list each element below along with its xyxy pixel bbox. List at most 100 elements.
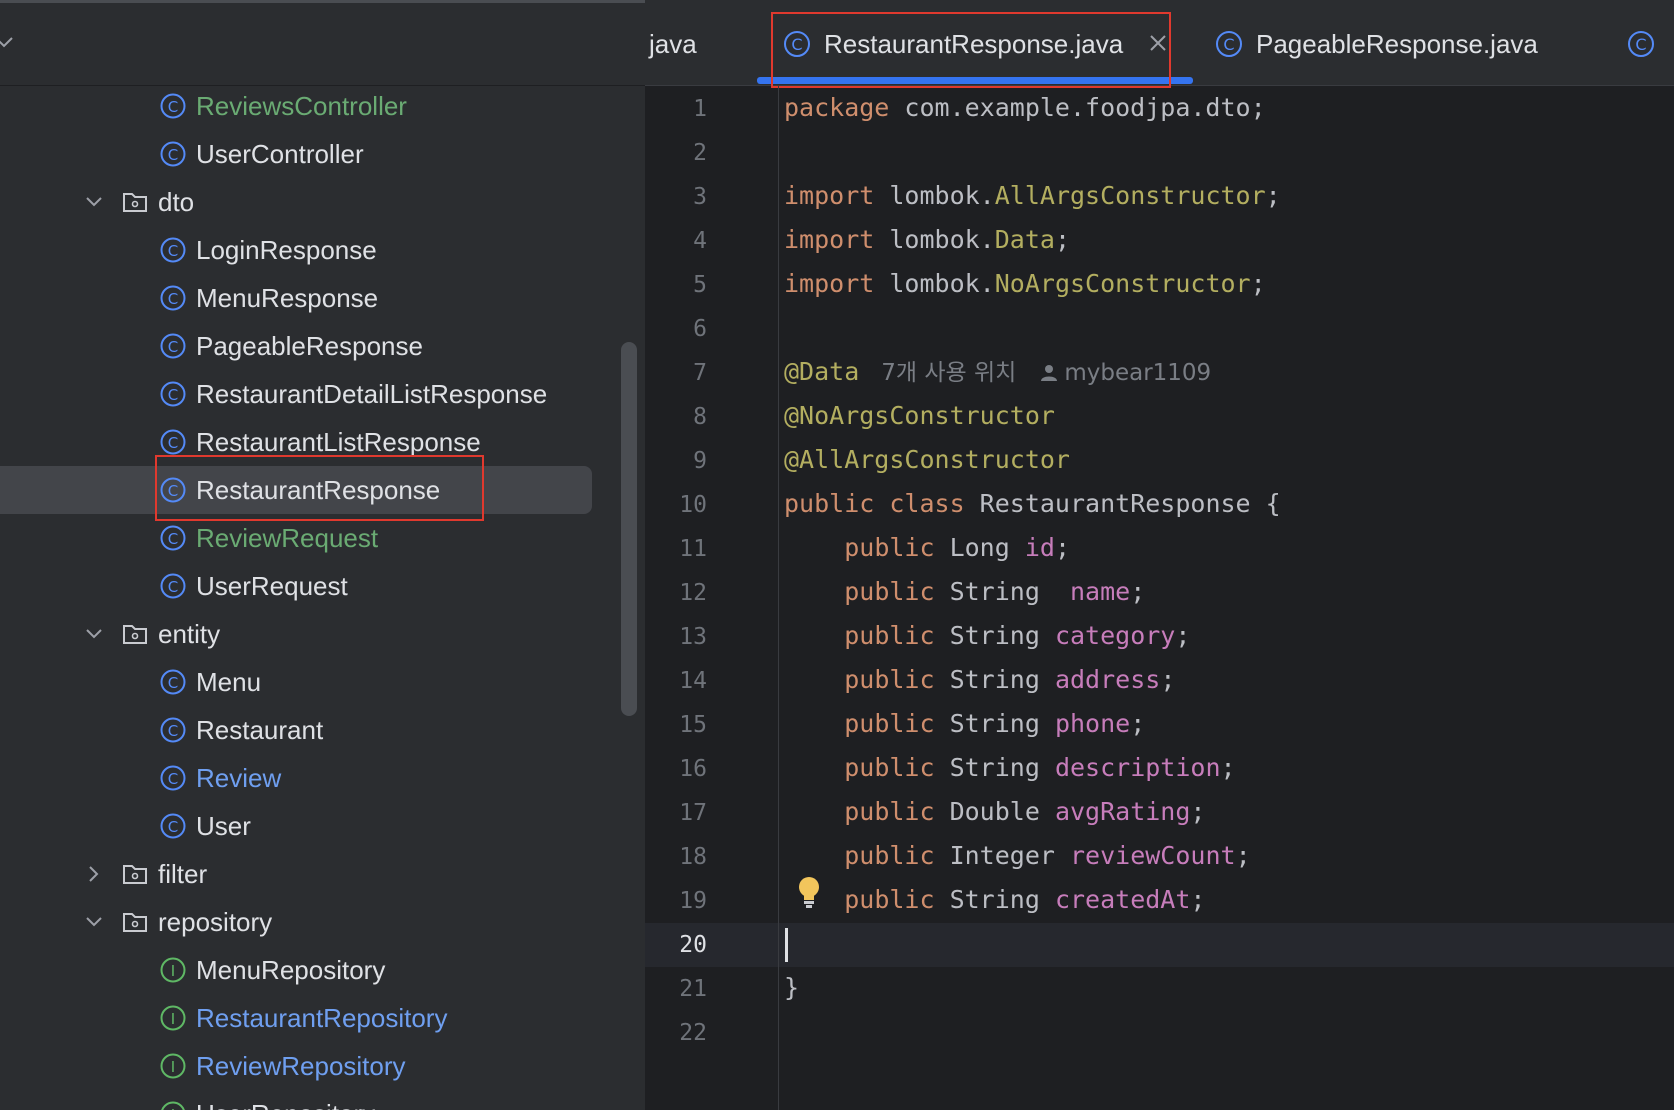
class-icon: C (160, 93, 186, 119)
line-number: 22 (679, 1020, 707, 1046)
class-icon: C (160, 765, 186, 791)
svg-text:C: C (168, 338, 178, 356)
tree-item[interactable]: C User (0, 802, 592, 850)
code-token: public (844, 841, 935, 870)
folder-icon (123, 193, 147, 212)
code-token: NoArgsConstructor (994, 269, 1251, 298)
tree-item[interactable]: C Review (0, 754, 592, 802)
class-icon: C (1216, 31, 1242, 57)
tree-item-label: UserController (196, 139, 364, 169)
tree-item[interactable]: I MenuRepository (0, 946, 592, 994)
code-token: String (934, 709, 1055, 738)
folder-icon (123, 865, 147, 884)
tree-item[interactable]: C LoginResponse (0, 226, 592, 274)
project-tree: C ReviewsController C UserController dto C Log… (0, 0, 645, 1110)
code-line: @AllArgsConstructor (784, 438, 1070, 482)
tree-item-label: MenuRepository (196, 955, 386, 985)
tree-folder[interactable]: repository (0, 898, 592, 946)
code-token: public (844, 665, 935, 694)
line-number-gutter: 1 2 3 4 5 6 7 8 9 10 11 12 13 14 15 16 17 18 19 20 21 22 (645, 86, 775, 1110)
tree-item-label: ReviewsController (196, 91, 407, 121)
tree-item[interactable]: C RestaurantDetailListResponse (0, 370, 592, 418)
tree-item[interactable]: C ReviewRequest (0, 514, 592, 562)
tree-item[interactable]: C UserController (0, 130, 592, 178)
code-line: public Integer reviewCount; (784, 834, 1250, 878)
code-line: public String name; (784, 570, 1145, 614)
class-icon: C (1628, 31, 1654, 57)
tab-partial[interactable]: java (645, 0, 745, 85)
tree-item-label: PageableResponse (196, 331, 423, 361)
tree-item[interactable]: I UserRepository (0, 1090, 592, 1110)
line-number: 6 (693, 316, 707, 342)
tree-folder[interactable]: dto (0, 178, 592, 226)
svg-text:C: C (168, 98, 178, 116)
code-token: Integer (934, 841, 1070, 870)
folder-icon (123, 913, 147, 932)
svg-text:C: C (168, 434, 178, 452)
tree-item[interactable]: C Menu (0, 658, 592, 706)
tree-item[interactable]: C PageableResponse (0, 322, 592, 370)
tree-item[interactable]: I ReviewRepository (0, 1042, 592, 1090)
line-number: 19 (679, 888, 707, 914)
tab-pageable-response[interactable]: C PageableResponse.java (1209, 0, 1569, 85)
code-token: ; (1250, 269, 1266, 298)
code-token: ; (1130, 709, 1146, 738)
svg-text:C: C (168, 818, 178, 836)
code-token: createdAt (1054, 885, 1191, 914)
tab-label: java (649, 29, 697, 59)
tree-item-label: LoginResponse (196, 235, 377, 265)
author-inlay-hint[interactable]: mybear1109 (1064, 360, 1211, 386)
text-caret (785, 928, 788, 962)
code-token: String (934, 665, 1055, 694)
chevron-down-icon[interactable] (83, 191, 105, 213)
code-token: public (844, 797, 935, 826)
code-token: ; (1054, 225, 1071, 254)
code-token: String (934, 577, 1070, 606)
tree-folder[interactable]: filter (0, 850, 592, 898)
class-icon: C (160, 573, 186, 599)
code-token: public (844, 753, 935, 782)
tree-item[interactable]: C MenuResponse (0, 274, 592, 322)
svg-text:I: I (171, 1010, 175, 1028)
tab-overflow[interactable]: C (1625, 0, 1674, 85)
svg-text:I: I (171, 1058, 175, 1076)
tree-item-label: dto (158, 187, 195, 217)
project-scrollbar[interactable] (621, 342, 637, 716)
tree-item[interactable]: C ReviewsController (0, 82, 592, 130)
code-line: public String description; (784, 746, 1235, 790)
tree-folder[interactable]: entity (0, 610, 592, 658)
interface-icon: I (160, 1005, 186, 1031)
chevron-right-icon[interactable] (83, 863, 105, 885)
line-number: 16 (679, 756, 707, 782)
code-line: public String category; (784, 614, 1190, 658)
folder-icon (123, 625, 147, 644)
code-token: import (784, 181, 875, 210)
class-icon: C (160, 669, 186, 695)
code-token: Long (934, 533, 1025, 562)
class-icon: C (160, 285, 186, 311)
person-icon (1041, 365, 1058, 381)
editor-tab-bar: java C RestaurantResponse.java C Pageabl… (645, 0, 1674, 88)
svg-text:I: I (171, 1106, 175, 1110)
line-number: 11 (679, 536, 707, 562)
usages-inlay-hint[interactable]: 7개 사용 위치 (881, 360, 1016, 386)
code-token: public (844, 621, 935, 650)
tree-item[interactable]: I RestaurantRepository (0, 994, 592, 1042)
chevron-down-icon[interactable] (83, 911, 105, 933)
svg-text:C: C (1223, 35, 1234, 54)
code-token: lombok. (874, 181, 995, 210)
code-token: Double (934, 797, 1055, 826)
code-editor: java C RestaurantResponse.java C Pageabl… (645, 0, 1674, 1110)
line-number: 21 (679, 976, 707, 1002)
code-token: } (784, 973, 800, 1002)
chevron-down-icon[interactable] (83, 623, 105, 645)
tree-item[interactable]: C Restaurant (0, 706, 592, 754)
tree-item[interactable]: C UserRequest (0, 562, 592, 610)
code-line: } (784, 966, 799, 1010)
code-token: ; (1190, 885, 1206, 914)
svg-text:C: C (168, 146, 178, 164)
lightbulb-icon[interactable] (798, 876, 820, 910)
